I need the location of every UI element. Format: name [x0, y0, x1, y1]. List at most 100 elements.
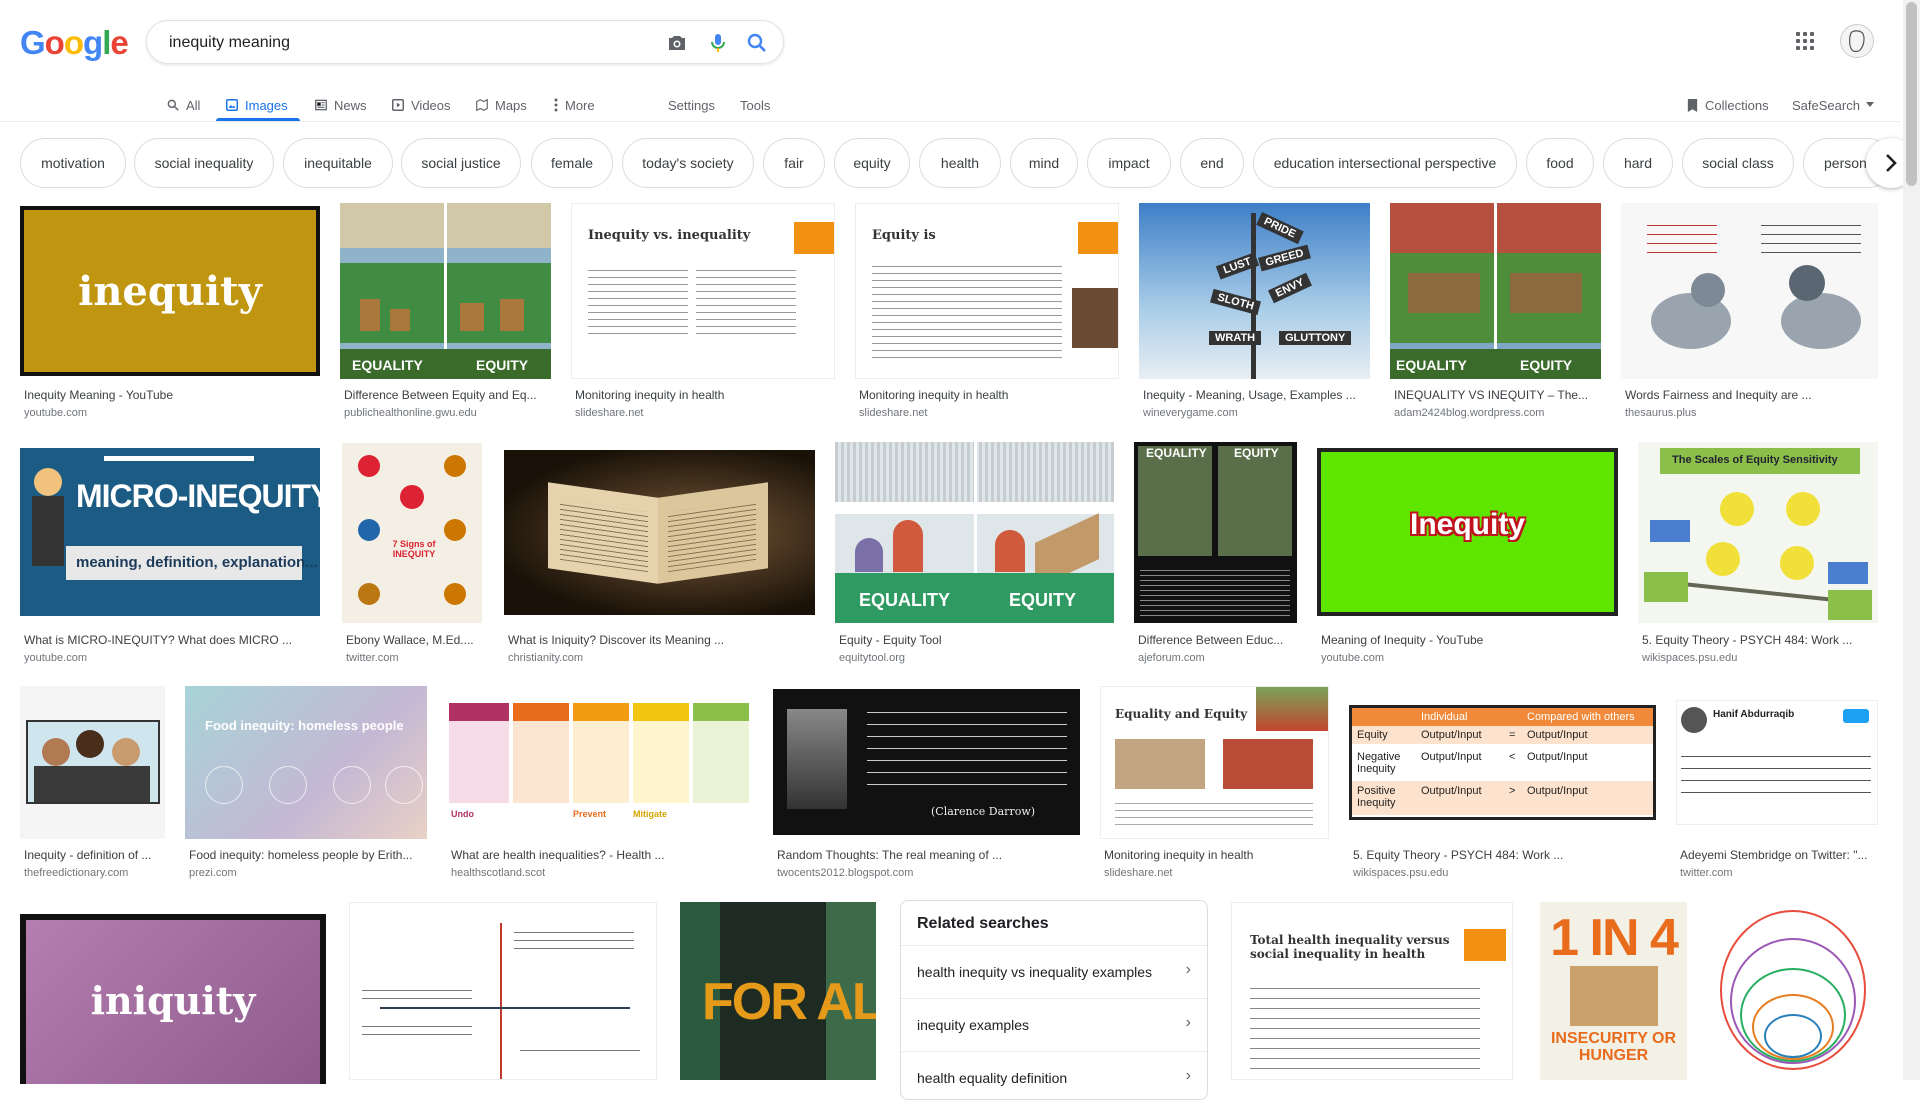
- chip-mind[interactable]: mind: [1010, 138, 1078, 188]
- result-image-5[interactable]: PRIDE GREED LUST ENVY SLOTH WRATH GLUTTO…: [1139, 203, 1370, 379]
- result-image-19[interactable]: Equality and Equity: [1100, 686, 1329, 839]
- related-item[interactable]: health inequity vs inequality examples ›: [901, 945, 1207, 998]
- result-source[interactable]: ajeforum.com: [1138, 652, 1205, 664]
- chip-todays-society[interactable]: today's society: [622, 138, 754, 188]
- page-scrollbar[interactable]: [1903, 0, 1920, 1080]
- safesearch-dropdown[interactable]: SafeSearch: [1792, 88, 1874, 122]
- result-title[interactable]: Meaning of Inequity - YouTube: [1321, 633, 1618, 647]
- result-image-1[interactable]: inequity: [20, 206, 320, 376]
- search-icon[interactable]: [745, 31, 769, 55]
- chip-social-class[interactable]: social class: [1682, 138, 1794, 188]
- tab-more[interactable]: More: [553, 88, 595, 122]
- chip-health[interactable]: health: [919, 138, 1001, 188]
- result-title[interactable]: Monitoring inequity in health: [1104, 848, 1329, 862]
- chip-education-intersectional-perspective[interactable]: education intersectional perspective: [1253, 138, 1517, 188]
- chip-food[interactable]: food: [1526, 138, 1594, 188]
- result-source[interactable]: twocents2012.blogspot.com: [777, 867, 913, 879]
- result-title[interactable]: 5. Equity Theory - PSYCH 484: Work ...: [1353, 848, 1656, 862]
- result-title[interactable]: Food inequity: homeless people by Erith.…: [189, 848, 427, 862]
- tab-maps[interactable]: Maps: [475, 88, 527, 122]
- result-image-16[interactable]: Food inequity: homeless people: [185, 686, 427, 839]
- result-title[interactable]: Monitoring inequity in health: [859, 388, 1119, 402]
- result-image-20[interactable]: Individual Compared with others Equity O…: [1349, 705, 1656, 820]
- result-image-23[interactable]: [349, 902, 657, 1080]
- result-image-18[interactable]: (Clarence Darrow): [773, 689, 1080, 835]
- result-title[interactable]: Inequity - definition of ...: [24, 848, 165, 862]
- result-image-14[interactable]: The Scales of Equity Sensitivity: [1638, 442, 1878, 623]
- result-image-2[interactable]: EQUALITY EQUITY: [340, 203, 551, 379]
- result-source[interactable]: thefreedictionary.com: [24, 867, 128, 879]
- result-source[interactable]: twitter.com: [346, 652, 399, 664]
- result-image-22[interactable]: iniquity: [20, 914, 326, 1084]
- result-title[interactable]: What are health inequalities? - Health .…: [451, 848, 753, 862]
- result-source[interactable]: youtube.com: [24, 407, 87, 419]
- scrollbar-thumb[interactable]: [1906, 2, 1917, 186]
- result-title[interactable]: Monitoring inequity in health: [575, 388, 835, 402]
- result-title[interactable]: Difference Between Equity and Eq...: [344, 388, 550, 402]
- result-source[interactable]: equitytool.org: [839, 652, 905, 664]
- result-source[interactable]: thesaurus.plus: [1625, 407, 1697, 419]
- result-source[interactable]: slideshare.net: [859, 407, 928, 419]
- result-title[interactable]: What is MICRO-INEQUITY? What does MICRO …: [24, 633, 314, 647]
- result-image-11[interactable]: EQUALITY EQUITY: [835, 442, 1114, 623]
- result-image-25[interactable]: Total health inequality versus social in…: [1231, 902, 1513, 1080]
- chip-hard[interactable]: hard: [1603, 138, 1673, 188]
- tab-news[interactable]: News: [314, 88, 367, 122]
- result-source[interactable]: youtube.com: [24, 652, 87, 664]
- collections-link[interactable]: Collections: [1686, 88, 1769, 122]
- result-image-15[interactable]: [20, 686, 165, 839]
- result-title[interactable]: Equity - Equity Tool: [839, 633, 1114, 647]
- result-title[interactable]: Difference Between Educ...: [1138, 633, 1296, 647]
- tab-images[interactable]: Images: [225, 88, 288, 122]
- result-image-13[interactable]: Inequity: [1317, 448, 1618, 616]
- chip-social-justice[interactable]: social justice: [401, 138, 521, 188]
- result-image-4[interactable]: Equity is: [855, 203, 1119, 379]
- search-input[interactable]: [167, 31, 641, 55]
- result-source[interactable]: slideshare.net: [1104, 867, 1173, 879]
- result-source[interactable]: twitter.com: [1680, 867, 1733, 879]
- result-image-12[interactable]: EQUALITY EQUITY: [1134, 442, 1297, 623]
- chip-end[interactable]: end: [1180, 138, 1244, 188]
- chip-female[interactable]: female: [531, 138, 613, 188]
- result-title[interactable]: Words Fairness and Inequity are ...: [1625, 388, 1878, 402]
- result-source[interactable]: healthscotland.scot: [451, 867, 545, 879]
- related-item[interactable]: inequity examples ›: [901, 998, 1207, 1051]
- result-title[interactable]: Adeyemi Stembridge on Twitter: "...: [1680, 848, 1878, 862]
- result-title[interactable]: Inequity Meaning - YouTube: [24, 388, 320, 402]
- result-title[interactable]: 5. Equity Theory - PSYCH 484: Work ...: [1642, 633, 1878, 647]
- result-source[interactable]: publichealthonline.gwu.edu: [344, 407, 477, 419]
- google-logo[interactable]: Google: [20, 24, 129, 62]
- result-image-8[interactable]: MICRO-INEQUITY meaning, definition, expl…: [20, 448, 320, 616]
- result-image-24[interactable]: FOR ALL: [680, 902, 876, 1080]
- chip-social-inequality[interactable]: social inequality: [134, 138, 274, 188]
- result-image-7[interactable]: [1621, 203, 1878, 379]
- result-source[interactable]: wikispaces.psu.edu: [1642, 652, 1737, 664]
- tab-all[interactable]: All: [166, 88, 200, 122]
- result-source[interactable]: prezi.com: [189, 867, 237, 879]
- tab-videos[interactable]: Videos: [391, 88, 451, 122]
- result-source[interactable]: christianity.com: [508, 652, 583, 664]
- chip-impact[interactable]: impact: [1087, 138, 1171, 188]
- result-title[interactable]: Inequity - Meaning, Usage, Examples ...: [1143, 388, 1370, 402]
- camera-icon[interactable]: [665, 31, 689, 55]
- result-source[interactable]: slideshare.net: [575, 407, 644, 419]
- result-image-17[interactable]: Undo Prevent Mitigate: [447, 695, 753, 823]
- result-title[interactable]: Ebony Wallace, M.Ed....: [346, 633, 482, 647]
- result-image-9[interactable]: 7 Signs of INEQUITY: [342, 443, 482, 623]
- avatar[interactable]: [1840, 24, 1874, 58]
- result-image-27[interactable]: [1708, 902, 1878, 1080]
- result-image-3[interactable]: Inequity vs. inequality: [571, 203, 835, 379]
- result-image-21[interactable]: Hanif Abdurraqib: [1676, 700, 1878, 825]
- tools-link[interactable]: Tools: [740, 88, 770, 122]
- result-source[interactable]: wikispaces.psu.edu: [1353, 867, 1448, 879]
- result-title[interactable]: Random Thoughts: The real meaning of ...: [777, 848, 1080, 862]
- result-source[interactable]: wineverygame.com: [1143, 407, 1238, 419]
- result-title[interactable]: INEQUALITY VS INEQUITY – The...: [1394, 388, 1601, 402]
- apps-grid-icon[interactable]: [1796, 32, 1816, 52]
- result-source[interactable]: adam2424blog.wordpress.com: [1394, 407, 1544, 419]
- result-image-10[interactable]: [504, 450, 815, 615]
- chip-motivation[interactable]: motivation: [20, 138, 126, 188]
- chip-fair[interactable]: fair: [763, 138, 825, 188]
- result-source[interactable]: youtube.com: [1321, 652, 1384, 664]
- result-image-6[interactable]: EQUALITY EQUITY: [1390, 203, 1601, 379]
